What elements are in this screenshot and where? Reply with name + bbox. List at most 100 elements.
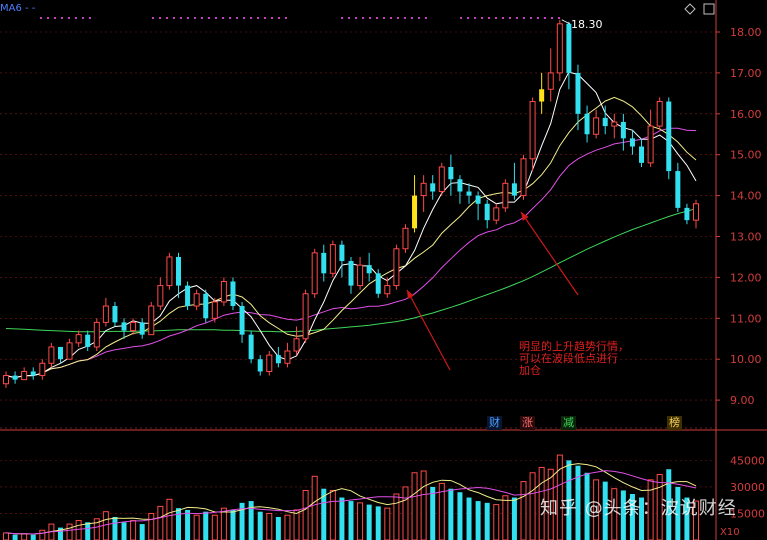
candle-body <box>311 252 318 295</box>
candle-body <box>647 125 654 164</box>
top-marker-dot <box>61 17 63 19</box>
volume-bar <box>12 534 18 540</box>
top-marker-dot <box>362 17 364 19</box>
annotation-line: 加仓 <box>519 364 541 377</box>
top-marker-dot <box>222 17 224 19</box>
top-marker-dot <box>523 17 525 19</box>
event-tag-reduce[interactable]: 减 <box>561 416 576 430</box>
candle-body <box>547 72 554 90</box>
volume-bar <box>121 522 127 540</box>
candle-body <box>593 117 600 135</box>
top-marker-dot <box>47 17 49 19</box>
candle-body <box>121 322 127 331</box>
top-marker-dot <box>215 17 217 19</box>
candle-body <box>539 89 545 102</box>
candle-body <box>248 334 254 360</box>
volume-bar <box>348 501 354 540</box>
volume-bar <box>39 529 46 540</box>
kline-chart-window[interactable]: 9.00 10.00 11.00 12.00 13.00 14.00 15.00 16.00 1… <box>0 0 767 540</box>
volume-bar <box>112 517 118 540</box>
volume-tick-label: 45000 <box>730 454 765 467</box>
window-toggle-icon <box>703 3 715 15</box>
price-tick-label: 11.00 <box>730 312 762 325</box>
candle-body <box>203 293 209 319</box>
volume-tick-label: 30000 <box>730 481 765 494</box>
diamond-icon <box>684 3 696 15</box>
volume-bar <box>211 514 218 540</box>
top-marker-dot <box>537 17 539 19</box>
top-marker-dot <box>418 17 420 19</box>
candle-body <box>185 285 191 307</box>
candle-body <box>21 370 28 381</box>
volume-bar <box>466 497 472 540</box>
candle-body <box>375 273 381 294</box>
volume-bar <box>384 507 391 540</box>
candle-body <box>348 261 354 286</box>
event-tag-finance[interactable]: 财 <box>487 416 502 430</box>
event-tag-ranking[interactable]: 榜 <box>667 416 682 430</box>
volume-bar <box>329 489 336 540</box>
volume-bar <box>203 511 209 540</box>
candle-body <box>493 207 500 221</box>
top-marker-dot <box>551 17 553 19</box>
volume-bar <box>475 501 481 540</box>
candle-body <box>448 166 454 180</box>
candle-body <box>321 252 327 274</box>
candle-body <box>357 264 364 287</box>
volume-bar <box>220 507 227 540</box>
top-marker-dot <box>40 17 42 19</box>
candle-body <box>675 171 681 208</box>
price-tick-label: 12.00 <box>730 271 762 284</box>
chart-canvas[interactable]: 9.00 10.00 11.00 12.00 13.00 14.00 15.00 16.00 1… <box>0 0 767 540</box>
candle-body <box>529 101 536 160</box>
annotation-text: 明显的上升趋势行情， 可以在波段低点进行 加仓 <box>519 341 629 377</box>
candle-body <box>130 321 137 332</box>
volume-bar <box>66 523 73 540</box>
candle-body <box>176 256 181 286</box>
volume-bar <box>457 492 463 540</box>
candle-body <box>166 256 173 287</box>
volume-bar <box>339 497 345 540</box>
top-marker-dot <box>173 17 175 19</box>
top-marker-dot <box>369 17 371 19</box>
candle-body <box>656 101 663 127</box>
volume-bar <box>393 493 400 540</box>
candle-body <box>484 203 490 221</box>
volume-multiplier: X10 <box>720 527 740 538</box>
top-marker-dot <box>89 17 91 19</box>
top-marker-dot <box>530 17 532 19</box>
candle-body <box>48 346 55 364</box>
price-tick-label: 9.00 <box>730 394 755 407</box>
volume-bar <box>511 497 517 540</box>
candle-body <box>502 182 509 209</box>
candle-body <box>420 182 427 197</box>
volume-bar <box>375 506 381 540</box>
top-marker-dot <box>502 17 504 19</box>
high-price-label: 18.30 <box>571 18 603 31</box>
candle-body <box>157 285 164 307</box>
candle-body <box>438 166 445 193</box>
candle-body <box>629 138 635 147</box>
top-marker-dot <box>460 17 462 19</box>
volume-bar <box>411 472 418 540</box>
top-marker-dot <box>348 17 350 19</box>
arrow-to-first-low <box>406 289 451 371</box>
price-tick-label: 10.00 <box>730 353 762 366</box>
ma10-line <box>5 96 697 379</box>
event-tag-limit-up[interactable]: 涨 <box>520 416 535 430</box>
top-marker-dot <box>285 17 287 19</box>
volume-bar <box>193 514 200 540</box>
candle-body <box>639 146 645 163</box>
volume-bar <box>493 504 500 540</box>
top-marker-dot <box>243 17 245 19</box>
top-marker-dot <box>278 17 280 19</box>
candle-body <box>412 195 418 229</box>
price-tick-label: 18.00 <box>730 26 762 39</box>
top-marker-dot <box>544 17 546 19</box>
top-marker-dot <box>411 17 413 19</box>
candle-body <box>393 248 400 287</box>
volume-bar <box>311 475 318 540</box>
watermark: 知乎 @头条：波说财经 <box>540 498 737 519</box>
top-marker-dot <box>397 17 399 19</box>
top-marker-dot <box>488 17 490 19</box>
